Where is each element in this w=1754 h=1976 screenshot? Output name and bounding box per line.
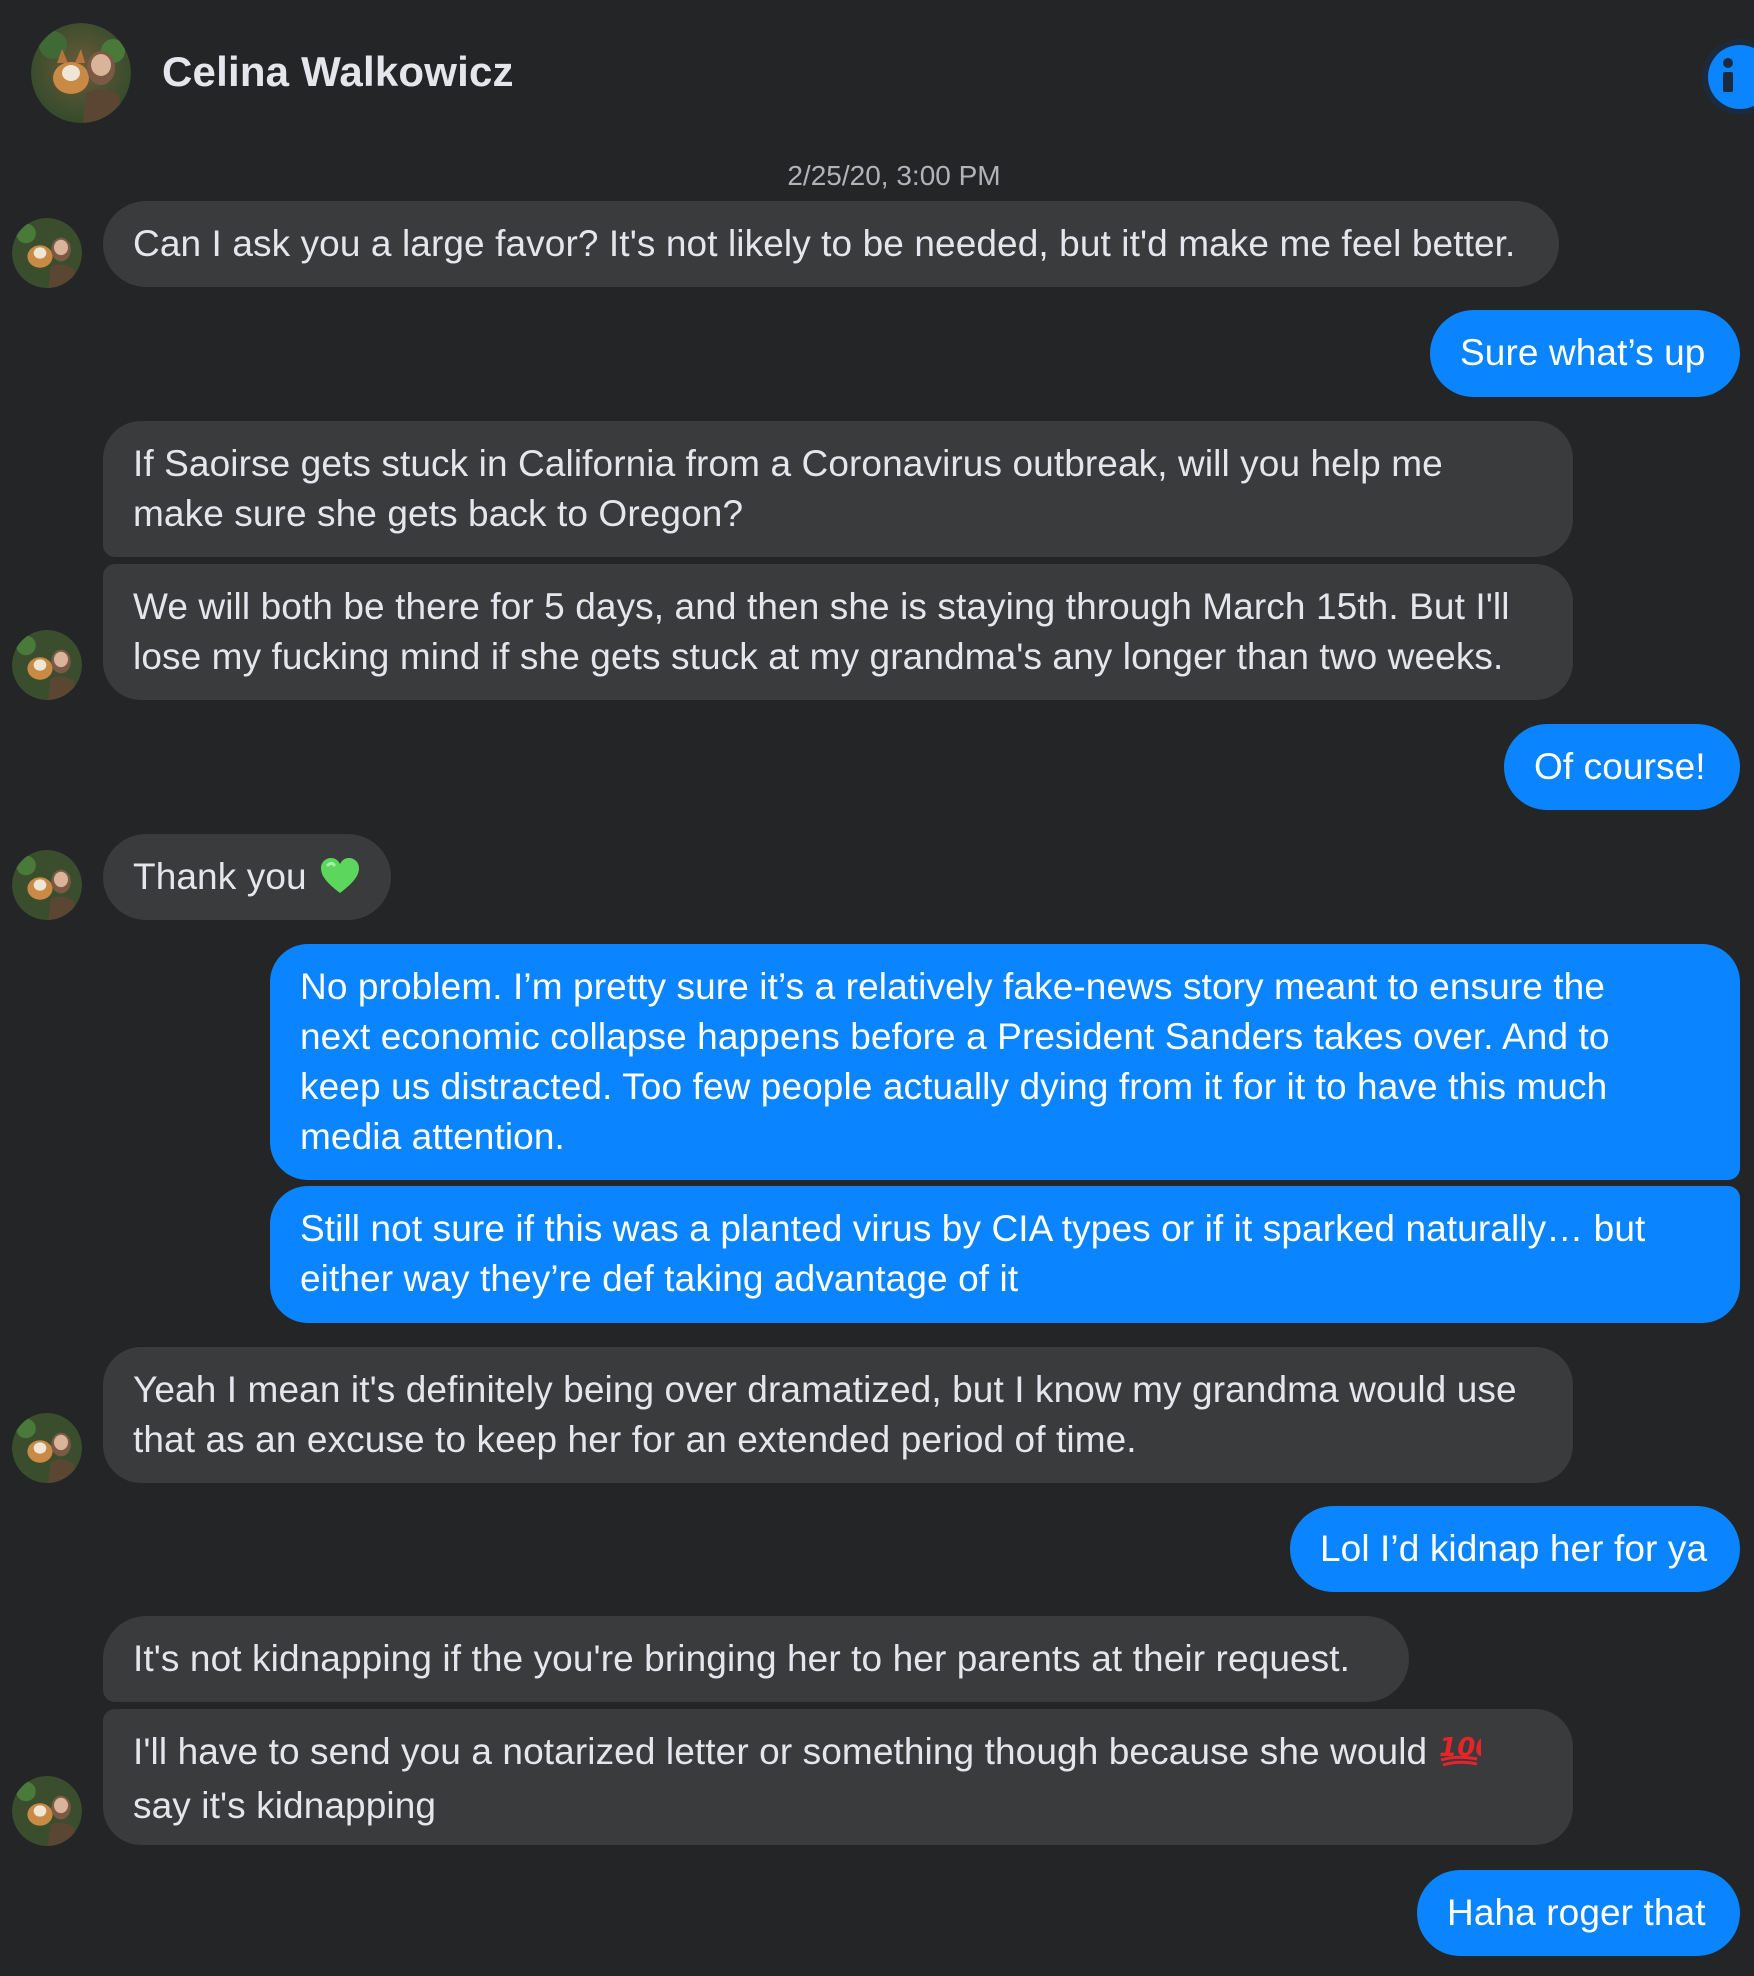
message-text: either way they’re def taking advantage … [300, 1258, 1019, 1299]
message-bubble-incoming[interactable]: Yeah I mean it's definitely being over d… [103, 1347, 1573, 1483]
message-text: Yeah I mean it's definitely being over d… [133, 1369, 1517, 1410]
message-text: No problem. I’m pretty sure it’s a relat… [300, 966, 1606, 1007]
message-bubble-outgoing[interactable]: Of course! [1504, 724, 1740, 810]
message-bubble-outgoing[interactable]: Haha roger that [1417, 1870, 1740, 1956]
message-bubble-incoming[interactable]: It's not kidnapping if the you're bringi… [103, 1616, 1409, 1702]
message-text: next economic collapse happens before a … [300, 1016, 1610, 1057]
message-bubble-incoming[interactable]: I'll have to send you a notarized letter… [103, 1709, 1573, 1845]
contact-avatar[interactable] [31, 23, 131, 123]
message-text: Lol I’d kidnap her for ya [1320, 1528, 1708, 1569]
contact-name[interactable]: Celina Walkowicz [162, 48, 514, 96]
message-bubble-outgoing[interactable]: Sure what’s up [1430, 310, 1740, 397]
message-text: Thank you [133, 856, 307, 897]
message-bubble-outgoing[interactable]: Still not sure if this was a planted vir… [270, 1186, 1740, 1323]
message-text: make sure she gets back to Oregon? [133, 493, 744, 534]
info-icon[interactable] [1708, 45, 1754, 109]
message-text: Still not sure if this was a planted vir… [300, 1208, 1646, 1249]
message-text: Can I ask you a large favor? It's not li… [133, 223, 1516, 264]
hundred-points-icon: 100 [1437, 1728, 1494, 1781]
message-bubble-incoming[interactable]: We will both be there for 5 days, and th… [103, 564, 1573, 700]
message-bubble-incoming[interactable]: Thank you [103, 834, 391, 920]
message-text: I'll have to send you a notarized letter… [133, 1731, 1428, 1772]
sender-avatar[interactable] [12, 1413, 82, 1483]
sender-avatar[interactable] [12, 218, 82, 288]
message-bubble-outgoing[interactable]: Lol I’d kidnap her for ya [1290, 1506, 1740, 1592]
message-text: say it's kidnapping [133, 1785, 437, 1826]
message-text: Of course! [1534, 746, 1706, 787]
chat-window: Celina Walkowicz 2/25/20, 3:00 PM Can I … [0, 0, 1754, 1976]
conversation-timestamp: 2/25/20, 3:00 PM [787, 160, 1001, 191]
message-text: that as an excuse to keep her for an ext… [133, 1419, 1137, 1460]
sender-avatar[interactable] [12, 630, 82, 700]
sender-avatar[interactable] [12, 850, 82, 920]
message-bubble-incoming[interactable]: Can I ask you a large favor? It's not li… [103, 201, 1559, 287]
message-text: It's not kidnapping if the you're bringi… [133, 1638, 1351, 1679]
message-text: We will both be there for 5 days, and th… [133, 586, 1510, 627]
sender-avatar[interactable] [12, 1776, 82, 1846]
message-text: If Saoirse gets stuck in California from… [133, 443, 1443, 484]
message-text: Haha roger that [1447, 1892, 1706, 1933]
message-text: lose my fucking mind if she gets stuck a… [133, 636, 1504, 677]
message-text: media attention. [300, 1116, 565, 1157]
message-text: keep us distracted. Too few people actua… [300, 1066, 1608, 1107]
message-bubble-outgoing[interactable]: No problem. I’m pretty sure it’s a relat… [270, 944, 1740, 1180]
message-bubble-incoming[interactable]: If Saoirse gets stuck in California from… [103, 421, 1573, 557]
green-heart-icon [319, 857, 361, 908]
message-text: Sure what’s up [1460, 332, 1706, 373]
message-line: I'll have to send you a notarized letter… [133, 1727, 1543, 1781]
